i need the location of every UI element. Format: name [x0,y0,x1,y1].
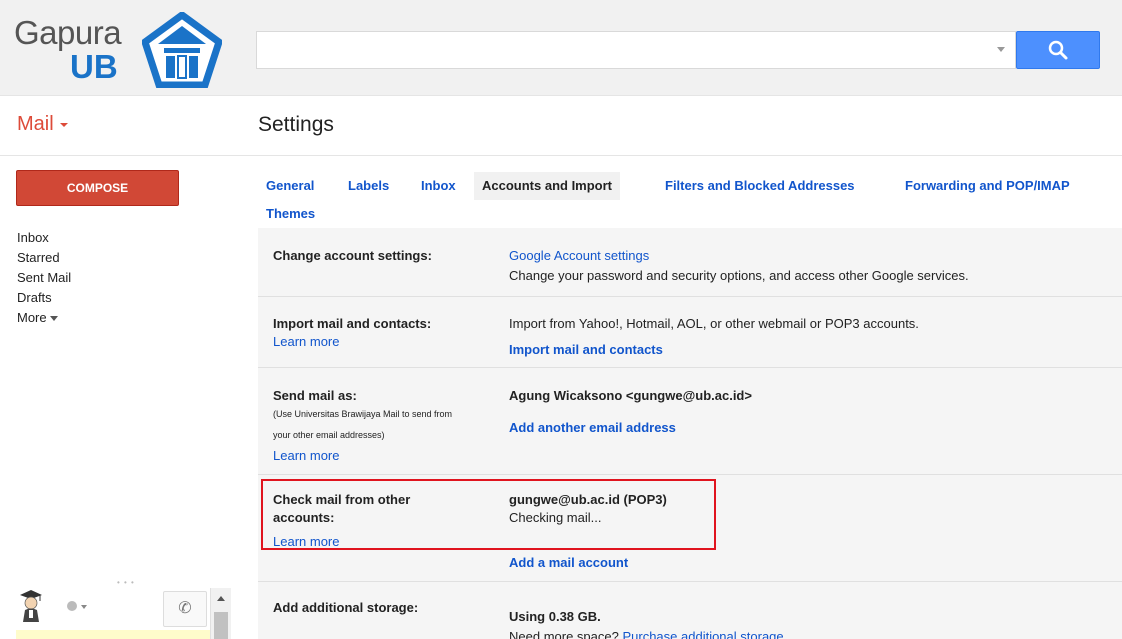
need-more-space-text: Need more space? Purchase additional sto… [509,629,784,639]
top-bar: Gapura UB [0,0,1122,96]
tab-general[interactable]: General [258,172,322,200]
send-mail-as-note-line1: (Use Universitas Brawijaya Mail to send … [273,409,453,419]
change-account-label: Change account settings: [273,248,432,263]
tab-accounts-and-import[interactable]: Accounts and Import [474,172,621,200]
section-divider [258,296,1122,297]
tab-inbox[interactable]: Inbox [413,172,464,200]
tab-themes[interactable]: Themes [258,200,323,228]
add-storage-label: Add additional storage: [273,600,419,615]
google-account-settings-link[interactable]: Google Account settings [509,248,649,264]
graduate-avatar-icon [20,590,42,622]
chat-scrollbar[interactable] [210,588,231,639]
mail-menu-label: Mail [17,113,54,135]
settings-content: Change account settings: Google Account … [258,228,1122,639]
call-phone-button[interactable]: ✆ [163,591,207,627]
section-divider [258,474,1122,475]
chat-resize-handle[interactable]: • • • [117,578,135,587]
chevron-down-icon [49,316,58,322]
shield-gate-icon [142,12,222,88]
chevron-down-icon [59,122,68,127]
send-mail-as-note-line2: your other email addresses) [273,430,385,440]
highlight-box [261,479,716,550]
send-mail-as-label: Send mail as: [273,388,357,403]
need-more-space-label: Need more space? [509,629,619,639]
phone-icon: ✆ [178,600,192,617]
import-learn-more-link[interactable]: Learn more [273,334,339,350]
logo-text-gapura: Gapura [14,14,122,51]
sidebar-item-starred[interactable]: Starred [17,248,71,268]
send-as-address: Agung Wicaksono <gungwe@ub.ac.id> [509,388,752,403]
section-divider [258,367,1122,368]
chevron-down-icon[interactable] [81,605,87,609]
sidebar-item-drafts[interactable]: Drafts [17,288,71,308]
storage-usage: Using 0.38 GB. [509,609,601,624]
search-icon [1048,40,1068,60]
import-label: Import mail and contacts: [273,316,432,331]
import-mail-and-contacts-link[interactable]: Import mail and contacts [509,342,663,358]
sidebar-item-more[interactable]: More [17,308,71,328]
add-another-email-address-link[interactable]: Add another email address [509,420,676,436]
search-input[interactable] [256,31,1016,69]
sidebar-item-sent-mail[interactable]: Sent Mail [17,268,71,288]
tab-forwarding-and-pop-imap[interactable]: Forwarding and POP/IMAP [897,172,1078,200]
settings-tabs: General Labels Inbox Accounts and Import… [258,172,1122,228]
change-account-description: Change your password and security option… [509,268,969,283]
section-divider [258,581,1122,582]
search-button[interactable] [1016,31,1100,69]
page-title: Settings [258,113,334,136]
sidebar-nav: Inbox Starred Sent Mail Drafts More [17,228,71,328]
logo-text-ub: UB [70,48,118,85]
add-a-mail-account-link[interactable]: Add a mail account [509,555,628,571]
scrollbar-thumb[interactable] [214,612,228,639]
sidebar-item-inbox[interactable]: Inbox [17,228,71,248]
tab-filters-and-blocked-addresses[interactable]: Filters and Blocked Addresses [657,172,863,200]
sidebar-item-more-label: More [17,310,47,325]
send-mail-as-learn-more-link[interactable]: Learn more [273,448,339,464]
header-divider [0,155,1122,156]
chat-notice-bar [16,630,210,639]
mail-menu[interactable]: Mail [17,113,68,136]
import-description: Import from Yahoo!, Hotmail, AOL, or oth… [509,316,919,331]
scroll-up-arrow-icon[interactable] [217,596,225,601]
purchase-storage-link[interactable]: Purchase additional storage [622,629,783,639]
chat-status-icon[interactable] [67,601,77,611]
gapura-ub-logo[interactable]: Gapura UB [14,8,224,88]
avatar[interactable] [18,588,44,622]
search-options-dropdown-icon[interactable] [997,47,1005,52]
compose-button[interactable]: COMPOSE [16,170,179,206]
tab-labels[interactable]: Labels [340,172,397,200]
